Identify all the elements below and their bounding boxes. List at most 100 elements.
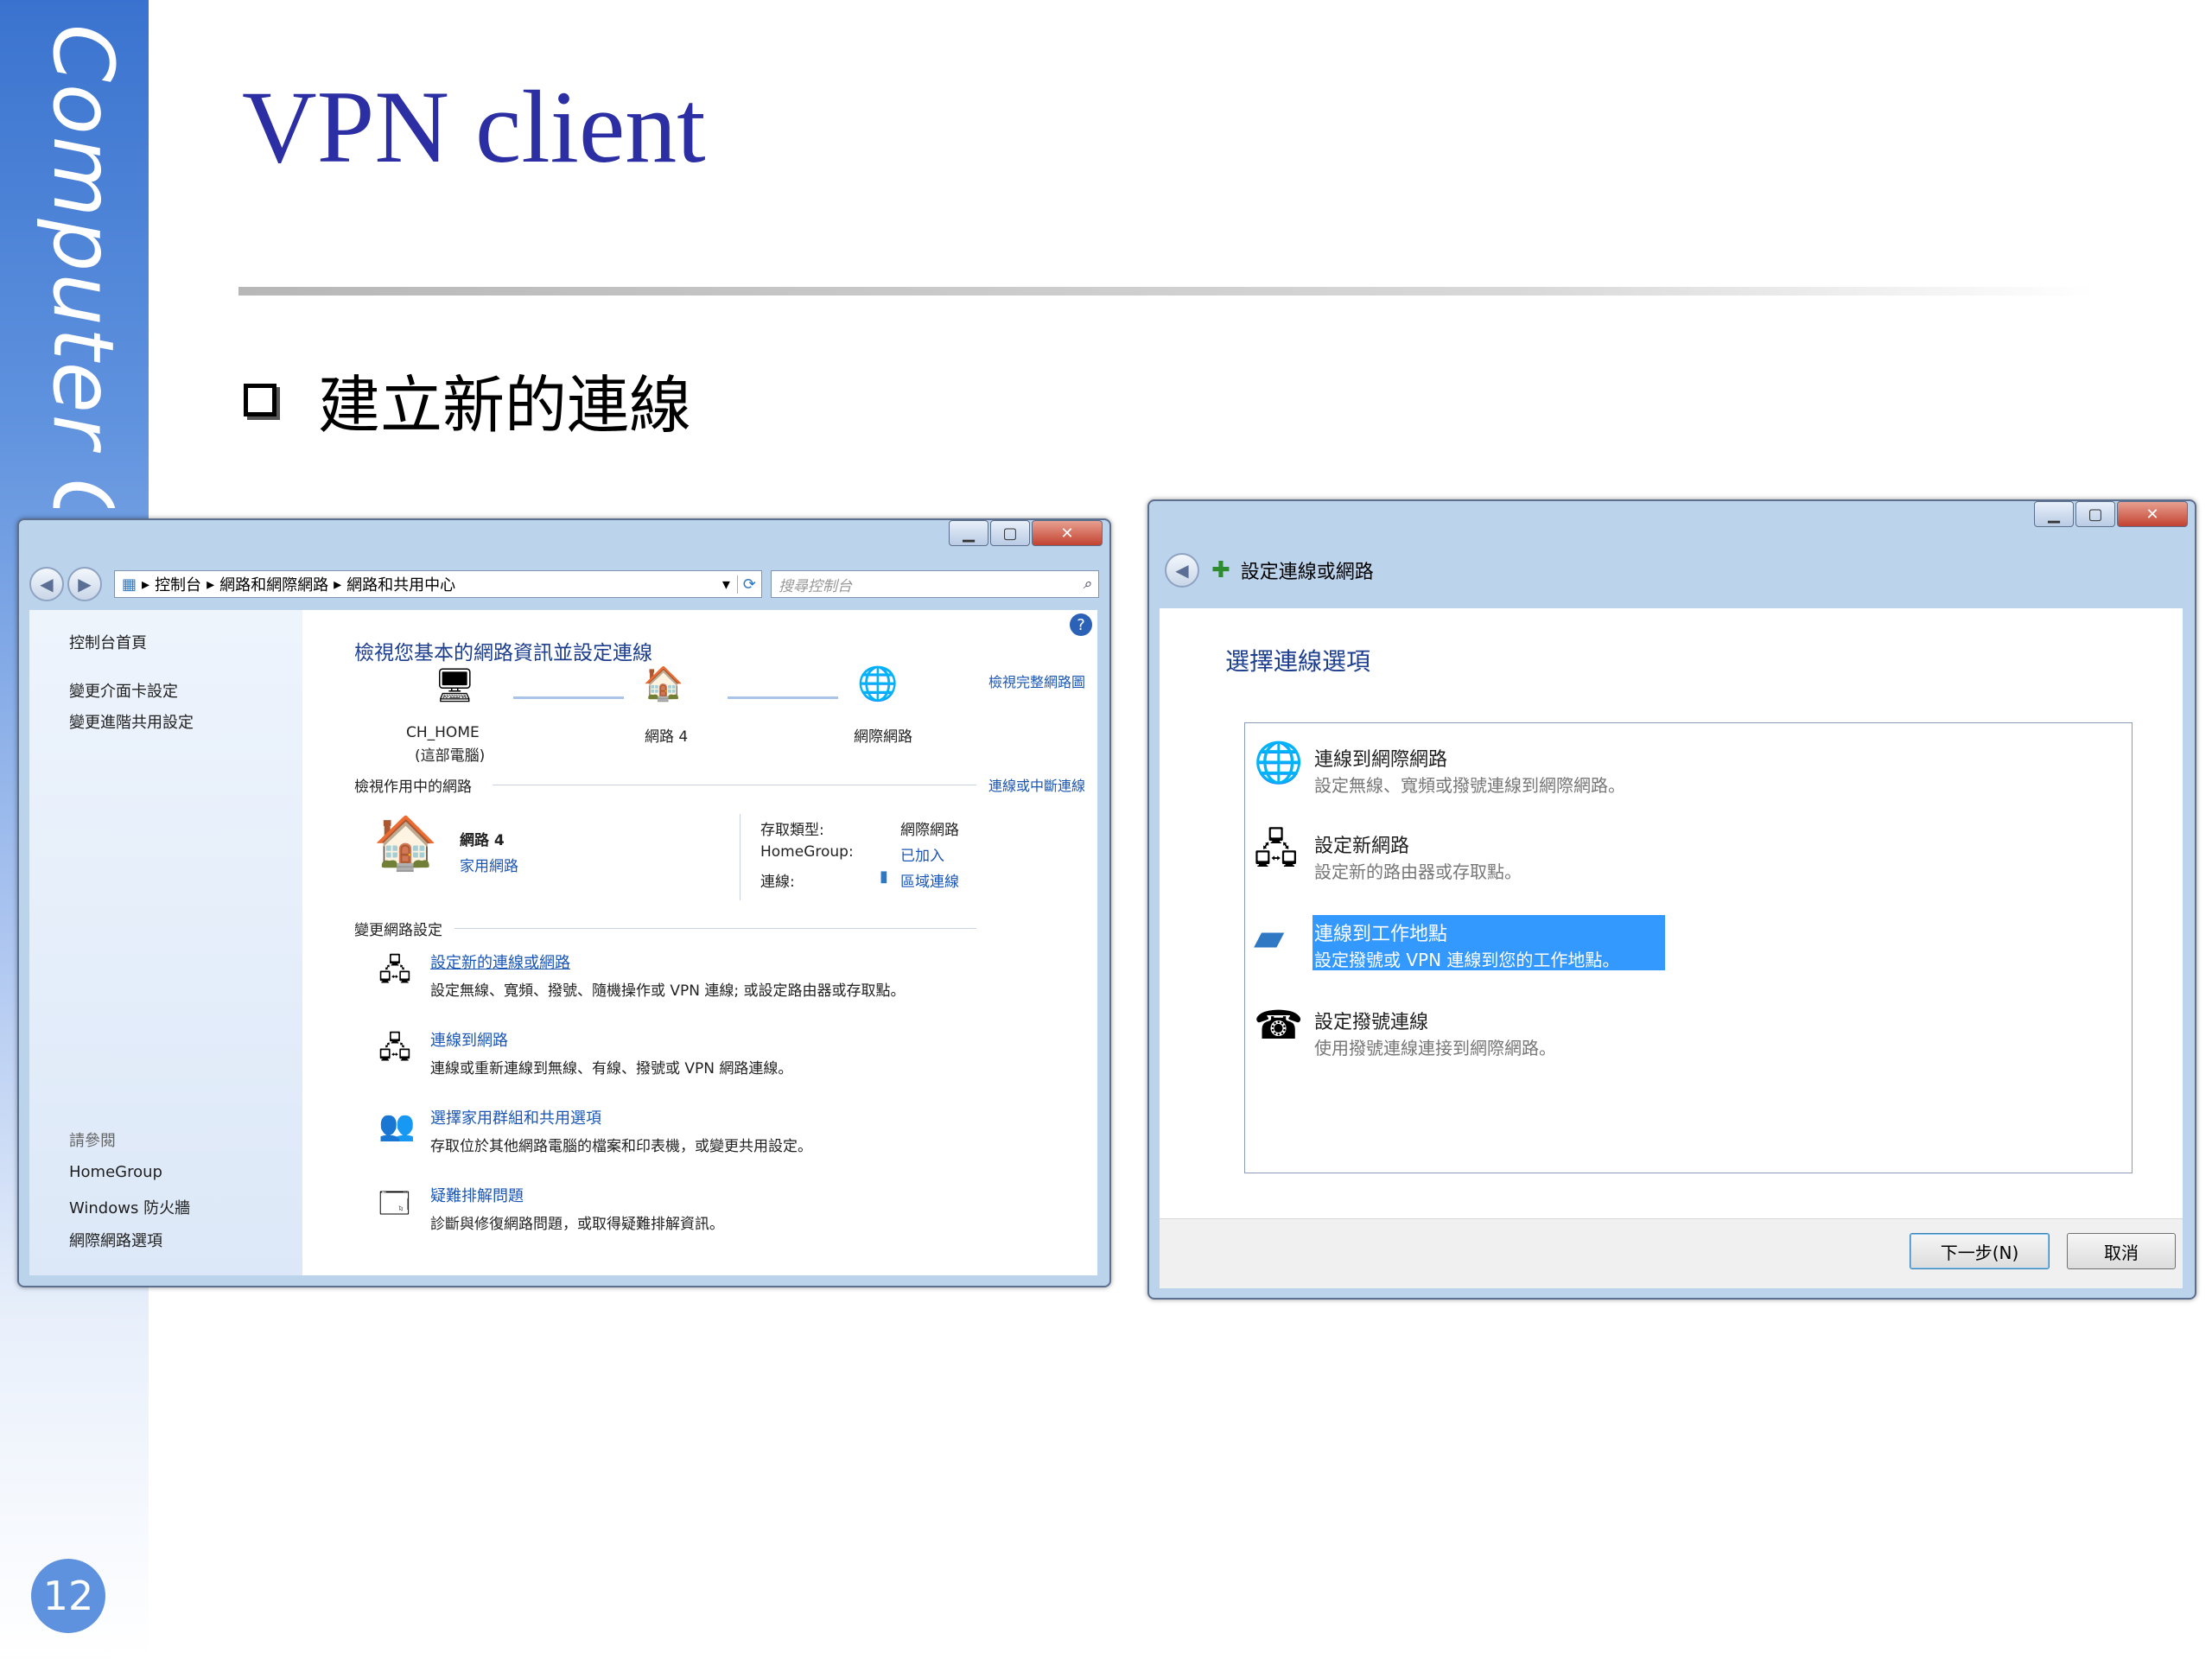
option-title: 連線到網際網路: [1314, 749, 1448, 771]
option-setup-new-network[interactable]: 🖧 設定新網路 設定新的路由器或存取點。: [1245, 818, 2132, 887]
network-setup-icon: ✚: [1211, 557, 1230, 583]
title-divider: [238, 287, 2096, 296]
main-heading: 檢視您基本的網路資訊並設定連線: [354, 642, 652, 664]
breadcrumb-network-sharing-center[interactable]: 網路和共用中心: [346, 573, 455, 595]
task-connect-network-desc: 連線或重新連線到無線、有線、撥號或 VPN 網路連線。: [430, 1060, 793, 1077]
option-desc: 使用撥號連線連接到網際網路。: [1314, 1038, 1556, 1058]
map-node-computer: CH_HOME: [406, 724, 480, 741]
main-pane: 控制台首頁 變更介面卡設定 變更進階共用設定 請參閱 HomeGroup Win…: [29, 610, 1097, 1275]
option-connect-workplace[interactable]: ▰ 連線到工作地點 設定撥號或 VPN 連線到您的工作地點。: [1245, 906, 2132, 976]
option-desc: 設定新的路由器或存取點。: [1314, 861, 1522, 882]
task-connect-network-link[interactable]: 連線到網路: [430, 1028, 508, 1051]
globe-icon: 🌐: [857, 664, 899, 702]
minimize-button[interactable]: ▁: [2034, 501, 2074, 527]
active-networks-label: 檢視作用中的網路: [354, 779, 472, 796]
see-also-firewall[interactable]: Windows 防火牆: [69, 1196, 190, 1218]
search-box[interactable]: 搜尋控制台 ⌕: [771, 570, 1099, 598]
access-type-value: 網際網路: [900, 822, 959, 839]
page-number: 12: [31, 1559, 105, 1633]
dialog-footer: 下一步(N) 取消: [1160, 1218, 2183, 1288]
change-settings-heading: 變更網路設定: [354, 922, 442, 939]
breadcrumb-control-panel[interactable]: 控制台: [155, 573, 201, 595]
sidebar-title: Computer Cen: [35, 24, 131, 508]
dialog-title-bar: ◀ ✚ 設定連線或網路: [1165, 553, 1374, 588]
slide-title: VPN client: [242, 69, 706, 184]
task-homegroup-desc: 存取位於其他網路電腦的檔案和印表機，或變更共用設定。: [430, 1138, 812, 1155]
map-node-computer-note: (這部電腦): [415, 747, 486, 765]
router-icon: 🖧: [1254, 825, 1299, 872]
house-icon: 🏠: [643, 664, 684, 702]
option-title: 連線到工作地點: [1314, 924, 1448, 945]
task-troubleshoot-link[interactable]: 疑難排解問題: [430, 1184, 524, 1206]
nav-change-adapter-settings[interactable]: 變更介面卡設定: [69, 679, 178, 702]
option-desc: 設定無線、寬頻或撥號連線到網際網路。: [1314, 775, 1625, 796]
close-button[interactable]: ✕: [2117, 501, 2188, 527]
search-icon[interactable]: ⌕: [1083, 575, 1091, 593]
option-connect-internet[interactable]: 🌐 連線到網際網路 設定無線、寬頻或撥號連線到網際網路。: [1245, 732, 2132, 801]
bullet-item: 建立新的連線: [244, 354, 691, 445]
computer-icon: 🖥: [434, 666, 476, 704]
homegroup-link[interactable]: 已加入: [900, 843, 944, 865]
home-network-icon: 🏠: [373, 813, 438, 874]
address-bar[interactable]: ▦ ▸ 控制台 ▸ 網路和網際網路 ▸ 網路和共用中心 ▾ ⟳: [114, 570, 762, 598]
internet-globe-icon: 🌐: [1254, 739, 1304, 785]
dialog-body: 選擇連線選項 🌐 連線到網際網路 設定無線、寬頻或撥號連線到網際網路。 🖧 設定…: [1160, 608, 2183, 1218]
control-panel-icon: ▦: [122, 575, 137, 594]
vertical-divider: [740, 814, 741, 900]
option-dialup[interactable]: ☎ 設定撥號連線 使用撥號連線連接到網際網路。: [1245, 995, 2132, 1064]
left-navigation: 控制台首頁 變更介面卡設定 變更進階共用設定 請參閱 HomeGroup Win…: [29, 610, 302, 1275]
workplace-icon: ▰: [1254, 913, 1285, 960]
search-placeholder: 搜尋控制台: [779, 577, 852, 595]
task-troubleshoot-desc: 診斷與修復網路問題，或取得疑難排解資訊。: [430, 1216, 724, 1233]
local-connection-link[interactable]: 區域連線: [900, 869, 959, 891]
task-homegroup-link[interactable]: 選擇家用群組和共用選項: [430, 1106, 601, 1128]
see-also-internet-options[interactable]: 網際網路選項: [69, 1229, 162, 1251]
map-node-internet: 網際網路: [854, 728, 912, 746]
network-sharing-center-window: ▁ ▢ ✕ ◀ ▶ ▦ ▸ 控制台 ▸ 網路和網際網路 ▸ 網路和共用中心 ▾ …: [17, 518, 1111, 1287]
map-node-network: 網路 4: [645, 728, 689, 746]
close-button[interactable]: ✕: [1032, 520, 1103, 546]
window-caption-buttons: ▁ ▢ ✕: [947, 520, 1103, 558]
local-connection-icon: ▮: [880, 868, 888, 886]
setup-connection-icon: 🖧: [378, 953, 411, 988]
task-setup-connection-link[interactable]: 設定新的連線或網路: [430, 950, 570, 973]
homegroup-icon: 👥: [378, 1109, 416, 1143]
see-also-heading: 請參閱: [69, 1132, 116, 1150]
window-caption-buttons: ▁ ▢ ✕: [2032, 501, 2188, 539]
separator: [454, 928, 976, 929]
minimize-button[interactable]: ▁: [949, 520, 988, 546]
maximize-button[interactable]: ▢: [2075, 501, 2115, 527]
network-type-link[interactable]: 家用網路: [460, 854, 518, 875]
breadcrumb-network-internet[interactable]: 網路和網際網路: [219, 573, 328, 595]
homegroup-label: HomeGroup:: [760, 843, 854, 861]
next-button[interactable]: 下一步(N): [1910, 1233, 2050, 1269]
dialog-title: 設定連線或網路: [1240, 562, 1374, 583]
nav-change-advanced-sharing[interactable]: 變更進階共用設定: [69, 710, 194, 733]
cancel-button[interactable]: 取消: [2067, 1233, 2176, 1269]
bullet-text: 建立新的連線: [318, 369, 692, 442]
map-connector: [728, 696, 838, 699]
telephone-icon: ☎: [1254, 1001, 1304, 1048]
troubleshoot-icon: 🗔: [378, 1186, 410, 1221]
connect-disconnect-link[interactable]: 連線或中斷連線: [988, 774, 1085, 795]
option-desc: 設定撥號或 VPN 連線到您的工作地點。: [1314, 950, 1620, 970]
nav-control-panel-home[interactable]: 控制台首頁: [69, 631, 147, 653]
view-full-map-link[interactable]: 檢視完整網路圖: [988, 671, 1085, 691]
see-also-homegroup[interactable]: HomeGroup: [69, 1163, 162, 1181]
option-title: 設定新網路: [1314, 836, 1410, 857]
option-title: 設定撥號連線: [1314, 1012, 1429, 1033]
task-setup-connection-desc: 設定無線、寬頻、撥號、隨機操作或 VPN 連線; 或設定路由器或存取點。: [430, 982, 906, 1000]
maximize-button[interactable]: ▢: [990, 520, 1030, 546]
refresh-icon[interactable]: ⟳: [736, 575, 761, 594]
forward-arrow-icon[interactable]: ▶: [67, 567, 102, 601]
connections-label: 連線:: [760, 874, 795, 891]
back-arrow-icon[interactable]: ◀: [29, 567, 64, 601]
help-icon[interactable]: ?: [1070, 613, 1092, 636]
connection-options-list: 🌐 連線到網際網路 設定無線、寬頻或撥號連線到網際網路。 🖧 設定新網路 設定新…: [1244, 722, 2133, 1173]
access-type-label: 存取類型:: [760, 822, 824, 839]
setup-connection-dialog: ▁ ▢ ✕ ◀ ✚ 設定連線或網路 選擇連線選項 🌐 連線到網際網路 設定無線、…: [1147, 499, 2196, 1300]
navigation-bar: ◀ ▶ ▦ ▸ 控制台 ▸ 網路和網際網路 ▸ 網路和共用中心 ▾ ⟳ 搜尋控制…: [29, 567, 1099, 601]
network-name: 網路 4: [460, 832, 505, 849]
back-arrow-icon[interactable]: ◀: [1165, 553, 1199, 588]
dropdown-arrow-icon[interactable]: ▾: [722, 575, 730, 594]
